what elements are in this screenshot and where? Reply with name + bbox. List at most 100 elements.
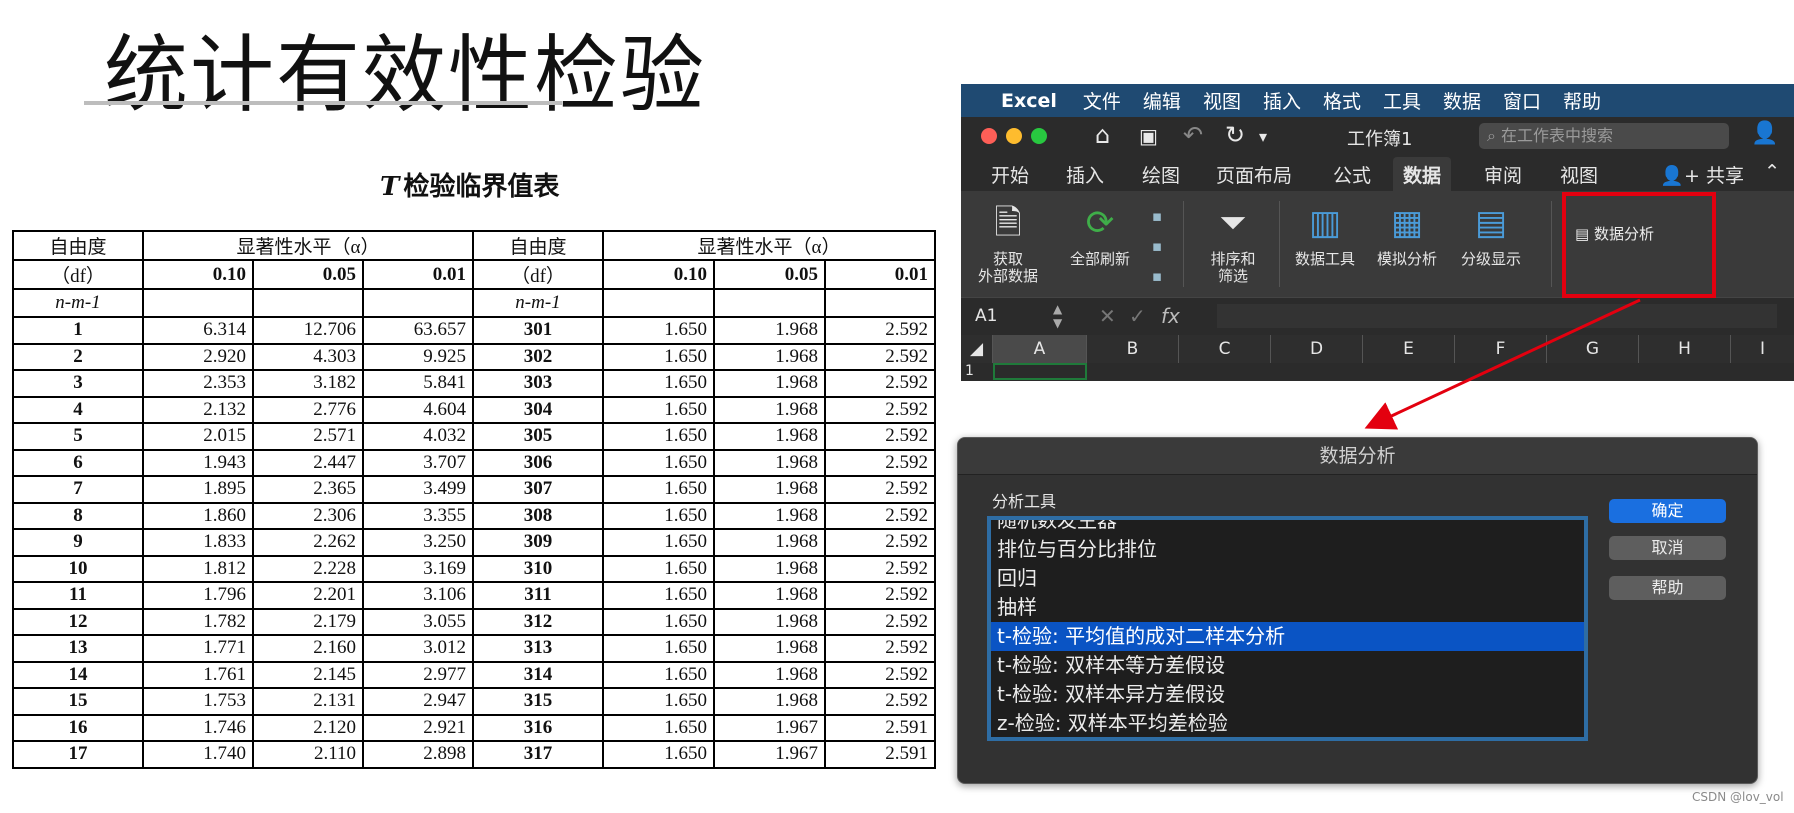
sort-filter-button[interactable]: ⏷ 排序和 筛选 (1195, 201, 1271, 285)
value-cell: 3.169 (362, 554, 474, 583)
minimize-window-icon[interactable] (1006, 128, 1022, 144)
enter-icon[interactable]: ✓ (1129, 304, 1146, 328)
df-cell: 303 (472, 369, 604, 398)
menu-window[interactable]: 窗口 (1503, 87, 1541, 114)
list-item[interactable]: 抽样 (991, 593, 1584, 622)
get-external-data-button[interactable]: 🗎 获取 外部数据 (973, 201, 1043, 285)
collapse-ribbon-icon[interactable]: ⌃ (1764, 161, 1780, 183)
menu-tools[interactable]: 工具 (1383, 87, 1421, 114)
df-cell: 8 (12, 501, 144, 530)
analysis-tools-label: 分析工具 (992, 492, 1057, 511)
header-level: 0.10 (142, 259, 254, 290)
value-cell: 1.650 (602, 740, 715, 769)
get-data-label-1: 获取 (992, 250, 1023, 268)
df-cell: 16 (12, 713, 144, 742)
active-cell-a1[interactable] (993, 363, 1087, 380)
data-tools-button[interactable]: ▥ 数据工具 (1287, 201, 1363, 268)
cancel-icon[interactable]: ✕ (1099, 304, 1116, 328)
list-item[interactable]: 随机数发生器 (991, 520, 1584, 535)
list-item[interactable]: 回归 (991, 564, 1584, 593)
value-cell: 2.160 (252, 634, 364, 663)
outline-button[interactable]: ▤ 分级显示 (1453, 201, 1529, 268)
connections-icons[interactable]: ▪ ▪ ▪ (1145, 201, 1169, 291)
title-bar: ⌂ ▣ ↶ ↻ ▾ 工作簿1 ⌕ 在工作表中搜索 👤 (961, 117, 1794, 155)
save-icon[interactable]: ▣ (1139, 124, 1158, 148)
name-box-stepper-icon[interactable]: ▲ ▼ (1053, 302, 1062, 330)
cancel-button[interactable]: 取消 (1609, 536, 1726, 560)
ok-button[interactable]: 确定 (1609, 499, 1726, 523)
list-item[interactable]: 排位与百分比排位 (991, 535, 1584, 564)
value-cell: 2.015 (142, 422, 254, 451)
tab-draw[interactable]: 绘图 (1142, 161, 1180, 188)
column-header-h[interactable]: H (1639, 335, 1731, 363)
df-cell: 13 (12, 634, 144, 663)
share-button[interactable]: 👤+ 共享 (1660, 161, 1744, 188)
column-header-c[interactable]: C (1179, 335, 1271, 363)
home-icon[interactable]: ⌂ (1095, 121, 1110, 149)
tab-formulas[interactable]: 公式 (1333, 161, 1371, 188)
header-significance-2: 显著性水平（α） (602, 230, 936, 261)
name-box[interactable]: A1 (975, 306, 997, 326)
table-row: 1 6.314 12.706 63.657 301 1.650 1.968 2.592 (12, 316, 936, 345)
column-header-a[interactable]: A (993, 335, 1087, 363)
value-cell: 3.250 (362, 528, 474, 557)
column-header-b[interactable]: B (1087, 335, 1179, 363)
value-cell: 1.650 (602, 634, 715, 663)
value-cell: 2.179 (252, 607, 364, 636)
menu-app-excel[interactable]: Excel (1001, 90, 1057, 112)
value-cell: 2.592 (824, 422, 936, 451)
column-header-g[interactable]: G (1547, 335, 1639, 363)
list-item[interactable]: t-检验: 双样本等方差假设 (991, 651, 1584, 680)
menu-view[interactable]: 视图 (1203, 87, 1241, 114)
what-if-analysis-button[interactable]: ▦ 模拟分析 (1369, 201, 1445, 268)
help-button[interactable]: 帮助 (1609, 576, 1726, 600)
refresh-all-button[interactable]: ⟳ 全部刷新 (1059, 201, 1141, 268)
menu-data[interactable]: 数据 (1443, 87, 1481, 114)
value-cell: 5.841 (362, 369, 474, 398)
menu-insert[interactable]: 插入 (1263, 87, 1301, 114)
value-cell: 4.604 (362, 395, 474, 424)
tab-review[interactable]: 审阅 (1484, 161, 1522, 188)
analysis-tools-list[interactable]: 随机数发生器 排位与百分比排位 回归 抽样 t-检验: 平均值的成对二样本分析 … (987, 516, 1588, 741)
close-window-icon[interactable] (981, 128, 997, 144)
menu-help[interactable]: 帮助 (1563, 87, 1601, 114)
row-header-1[interactable]: 1 (965, 363, 974, 379)
select-all-icon[interactable]: ◢ (961, 335, 993, 363)
value-cell: 12.706 (252, 316, 364, 345)
column-header-d[interactable]: D (1271, 335, 1363, 363)
refresh-icon: ⟳ (1085, 203, 1115, 243)
menu-format[interactable]: 格式 (1323, 87, 1361, 114)
undo-icon[interactable]: ↶ (1183, 121, 1203, 149)
value-cell: 3.106 (362, 581, 474, 610)
column-header-e[interactable]: E (1363, 335, 1455, 363)
list-item-selected[interactable]: t-检验: 平均值的成对二样本分析 (991, 622, 1584, 651)
column-header-f[interactable]: F (1455, 335, 1547, 363)
value-cell: 3.355 (362, 501, 474, 530)
user-icon[interactable]: 👤 (1751, 121, 1778, 146)
list-item[interactable]: t-检验: 双样本异方差假设 (991, 680, 1584, 709)
value-cell: 1.650 (602, 342, 715, 371)
value-cell: 2.571 (252, 422, 364, 451)
redo-icon[interactable]: ↻ (1225, 121, 1245, 149)
header-level: 0.10 (602, 259, 715, 290)
tab-home[interactable]: 开始 (991, 161, 1029, 188)
value-cell: 2.353 (142, 369, 254, 398)
list-item[interactable]: z-检验: 双样本平均差检验 (991, 709, 1584, 737)
menu-file[interactable]: 文件 (1083, 87, 1121, 114)
customize-toolbar-icon[interactable]: ▾ (1259, 127, 1267, 146)
menu-edit[interactable]: 编辑 (1143, 87, 1181, 114)
tab-page-layout[interactable]: 页面布局 (1216, 161, 1292, 188)
tab-view[interactable]: 视图 (1560, 161, 1598, 188)
df-cell: 11 (12, 581, 144, 610)
value-cell: 1.968 (713, 395, 826, 424)
value-cell: 2.592 (824, 687, 936, 716)
df-cell: 307 (472, 475, 604, 504)
sheet-search-input[interactable]: ⌕ 在工作表中搜索 (1479, 123, 1729, 149)
formula-input[interactable] (1217, 304, 1777, 328)
value-cell: 1.968 (713, 342, 826, 371)
zoom-window-icon[interactable] (1031, 128, 1047, 144)
tab-insert[interactable]: 插入 (1066, 161, 1104, 188)
column-header-i[interactable]: I (1731, 335, 1794, 363)
value-cell: 2.592 (824, 501, 936, 530)
fx-icon[interactable]: fx (1161, 304, 1180, 328)
